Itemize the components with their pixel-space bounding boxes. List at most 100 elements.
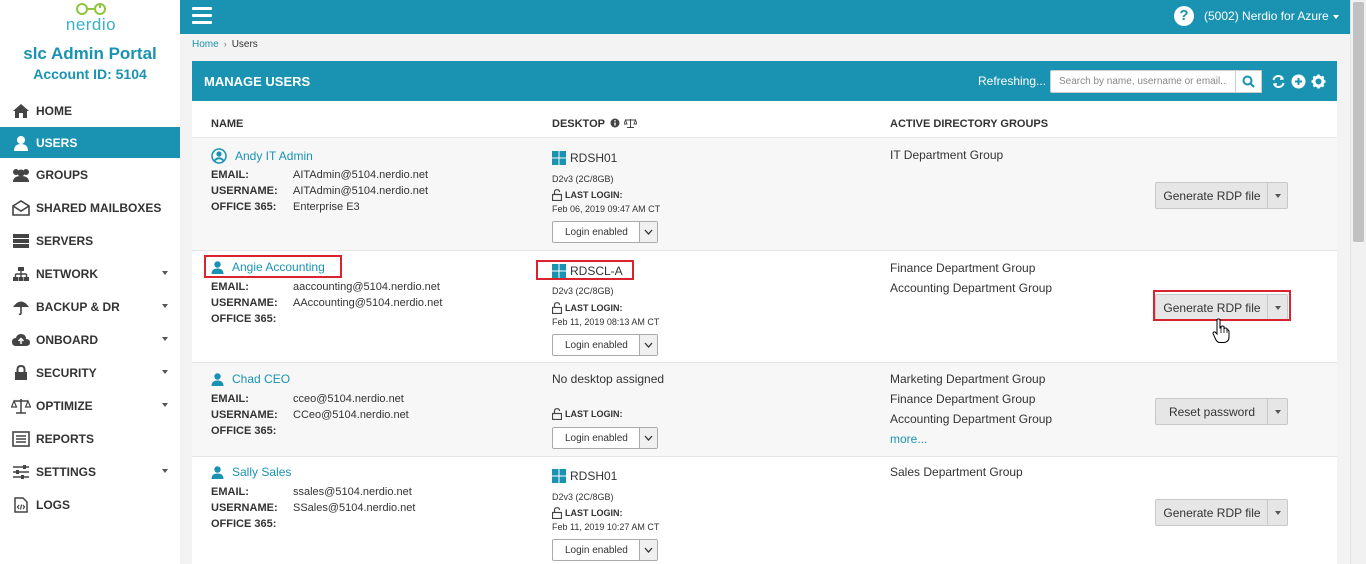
username-label: USERNAME: bbox=[211, 409, 278, 421]
search-button[interactable] bbox=[1236, 70, 1262, 93]
user-name-link[interactable]: Andy IT Admin bbox=[211, 148, 313, 164]
user-name-link[interactable]: Angie Accounting bbox=[211, 260, 325, 274]
user-icon bbox=[211, 465, 224, 479]
chevron-down-icon bbox=[162, 271, 168, 275]
login-status-value: Login enabled bbox=[565, 340, 628, 351]
generate-rdp-button[interactable]: Generate RDP file bbox=[1155, 499, 1288, 526]
sidebar-item-reports[interactable]: REPORTS bbox=[0, 422, 180, 455]
chevron-down-icon[interactable] bbox=[1267, 500, 1287, 525]
column-header-desktop[interactable]: DESKTOP bbox=[552, 118, 638, 130]
action-button-label: Reset password bbox=[1168, 405, 1256, 419]
username-value: AAccounting@5104.nerdio.net bbox=[293, 297, 443, 309]
last-login-date: Feb 11, 2019 10:27 AM CT bbox=[552, 522, 660, 532]
ad-group: Accounting Department Group bbox=[890, 281, 1053, 295]
sidebar-item-shared-mailboxes[interactable]: SHARED MAILBOXES bbox=[0, 191, 180, 224]
sidebar-item-label: USERS bbox=[36, 135, 78, 150]
sidebar-item-security[interactable]: SECURITY bbox=[0, 356, 180, 389]
no-desktop-text: No desktop assigned bbox=[552, 372, 665, 386]
server-icon bbox=[10, 232, 32, 250]
nerdio-logo[interactable]: nerdio bbox=[56, 2, 126, 34]
column-header-groups[interactable]: ACTIVE DIRECTORY GROUPS bbox=[890, 118, 1048, 130]
panel-title: MANAGE USERS bbox=[204, 74, 311, 89]
login-status-select[interactable]: Login enabled bbox=[552, 539, 658, 561]
sidebar-item-users[interactable]: USERS bbox=[0, 127, 180, 158]
user-username: USERNAME: SSales@5104.nerdio.net bbox=[211, 502, 415, 514]
email-label: EMAIL: bbox=[211, 281, 249, 293]
chevron-down-icon[interactable] bbox=[1267, 399, 1287, 424]
unlock-icon bbox=[552, 302, 562, 314]
last-login-label-text: LAST LOGIN: bbox=[565, 303, 623, 313]
sidebar-item-network[interactable]: NETWORK bbox=[0, 257, 180, 290]
page-scrollbar[interactable] bbox=[1350, 0, 1366, 564]
sidebar-item-servers[interactable]: SERVERS bbox=[0, 224, 180, 257]
username-label: USERNAME: bbox=[211, 297, 278, 309]
chevron-down-icon[interactable] bbox=[1267, 183, 1287, 208]
user-icon bbox=[10, 134, 32, 152]
chevron-down-icon bbox=[639, 428, 657, 448]
desktop-spec: D2v3 (2C/8GB) bbox=[552, 286, 614, 296]
user-email: EMAIL: ssales@5104.nerdio.net bbox=[211, 486, 412, 498]
action-button-label: Generate RDP file bbox=[1163, 506, 1261, 520]
username-label: USERNAME: bbox=[211, 502, 278, 514]
help-circle-icon[interactable]: ? bbox=[1174, 6, 1194, 26]
menu-toggle-icon[interactable] bbox=[192, 7, 212, 25]
ad-group: Finance Department Group bbox=[890, 392, 1036, 406]
scrollbar-thumb[interactable] bbox=[1353, 2, 1364, 242]
login-status-select[interactable]: Login enabled bbox=[552, 427, 658, 449]
user-office365: OFFICE 365: bbox=[211, 313, 293, 325]
sidebar-item-onboard[interactable]: ONBOARD bbox=[0, 323, 180, 356]
user-name-link[interactable]: Sally Sales bbox=[211, 465, 291, 479]
search-input[interactable] bbox=[1050, 70, 1236, 93]
sidebar-item-label: SECURITY bbox=[36, 365, 97, 380]
column-header-desktop-label: DESKTOP bbox=[552, 118, 605, 130]
hand-cursor-icon bbox=[1212, 318, 1230, 343]
ad-group: Marketing Department Group bbox=[890, 372, 1046, 386]
more-groups-link[interactable]: more... bbox=[890, 432, 927, 446]
breadcrumb-home-link[interactable]: Home bbox=[192, 39, 219, 50]
user-name-link[interactable]: Chad CEO bbox=[211, 372, 290, 386]
user-username: USERNAME: AAccounting@5104.nerdio.net bbox=[211, 297, 442, 309]
user-office365: OFFICE 365: bbox=[211, 518, 293, 530]
sidebar-item-label: BACKUP & DR bbox=[36, 299, 120, 314]
username-value: SSales@5104.nerdio.net bbox=[293, 502, 416, 514]
user-email: EMAIL: cceo@5104.nerdio.net bbox=[211, 393, 404, 405]
generate-rdp-button[interactable]: Generate RDP file bbox=[1155, 294, 1288, 321]
user-icon bbox=[211, 260, 224, 274]
column-header-name[interactable]: NAME bbox=[211, 118, 243, 130]
sidebar-item-label: LOGS bbox=[36, 497, 71, 512]
login-status-select[interactable]: Login enabled bbox=[552, 334, 658, 356]
sidebar-item-logs[interactable]: LOGS bbox=[0, 488, 180, 521]
sidebar-item-optimize[interactable]: OPTIMIZE bbox=[0, 389, 180, 422]
email-value: AITAdmin@5104.nerdio.net bbox=[293, 169, 429, 181]
windows-icon bbox=[552, 151, 566, 165]
info-icon[interactable] bbox=[610, 118, 620, 128]
generate-rdp-button[interactable]: Generate RDP file bbox=[1155, 182, 1288, 209]
email-value: aaccounting@5104.nerdio.net bbox=[293, 281, 440, 293]
chevron-down-icon bbox=[162, 403, 168, 407]
table-row: Sally Sales EMAIL: ssales@5104.nerdio.net… bbox=[192, 456, 1337, 564]
user-email: EMAIL: aaccounting@5104.nerdio.net bbox=[211, 281, 440, 293]
cloud-upload-icon bbox=[10, 331, 32, 349]
add-user-icon[interactable] bbox=[1291, 74, 1306, 89]
sidebar-item-home[interactable]: HOME bbox=[0, 94, 180, 127]
sidebar-item-groups[interactable]: GROUPS bbox=[0, 158, 180, 191]
user-circle-icon bbox=[211, 148, 227, 164]
unlock-icon bbox=[552, 507, 562, 519]
balance-scale-icon[interactable] bbox=[623, 118, 638, 128]
chevron-down-icon[interactable] bbox=[1267, 295, 1287, 320]
user-name-text: Chad CEO bbox=[232, 372, 291, 386]
refresh-icon[interactable] bbox=[1271, 74, 1286, 89]
chevron-down-icon bbox=[1332, 14, 1339, 19]
desktop-name: RDSH01 bbox=[552, 151, 617, 165]
ad-group: Finance Department Group bbox=[890, 261, 1036, 275]
email-label: EMAIL: bbox=[211, 393, 249, 405]
account-menu[interactable]: (5002) Nerdio for Azure bbox=[1204, 9, 1339, 23]
gear-icon[interactable] bbox=[1311, 74, 1326, 89]
sidebar-item-backup-dr[interactable]: BACKUP & DR bbox=[0, 290, 180, 323]
network-icon bbox=[10, 265, 32, 283]
last-login-label: LAST LOGIN: bbox=[552, 302, 623, 314]
sidebar-item-settings[interactable]: SETTINGS bbox=[0, 455, 180, 488]
login-status-select[interactable]: Login enabled bbox=[552, 221, 658, 243]
reset-password-button[interactable]: Reset password bbox=[1155, 398, 1288, 425]
office365-value: Enterprise E3 bbox=[293, 201, 360, 213]
